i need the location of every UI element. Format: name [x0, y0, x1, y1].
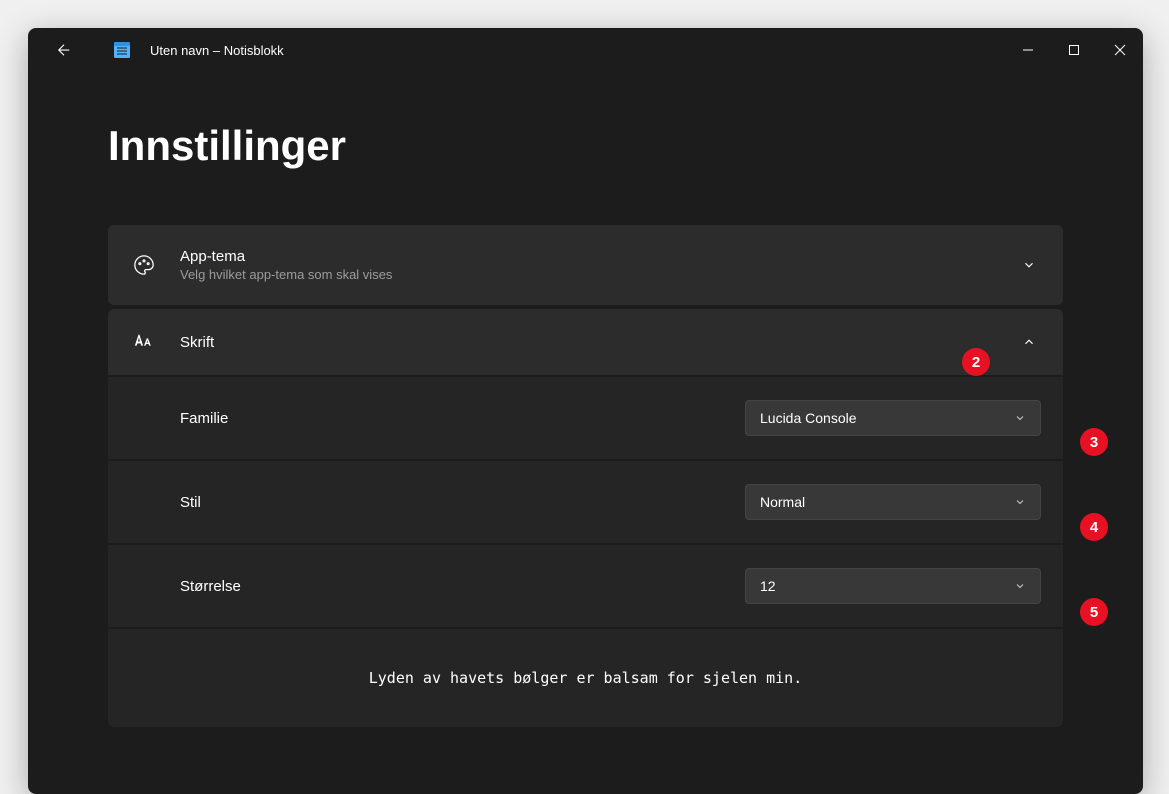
font-title: Skrift — [180, 334, 214, 351]
font-style-value: Normal — [760, 494, 805, 510]
font-family-value: Lucida Console — [760, 410, 857, 426]
close-icon — [1114, 44, 1126, 56]
arrow-left-icon — [55, 41, 73, 59]
back-button[interactable] — [44, 30, 84, 70]
chevron-up-icon — [1017, 330, 1041, 354]
font-style-row: Stil Normal — [108, 461, 1063, 543]
maximize-icon — [1068, 44, 1080, 56]
font-size-value: 12 — [760, 578, 776, 594]
font-size-row: Størrelse 12 — [108, 545, 1063, 627]
font-preview-row: Lyden av havets bølger er balsam for sje… — [108, 629, 1063, 727]
annotation-2: 2 — [962, 348, 990, 376]
font-icon — [130, 331, 158, 353]
font-header[interactable]: Skrift — [108, 309, 1063, 375]
font-preview-text: Lyden av havets bølger er balsam for sje… — [369, 669, 802, 687]
annotation-5: 5 — [1080, 598, 1108, 626]
font-family-row: Familie Lucida Console — [108, 377, 1063, 459]
settings-content: Innstillinger App-tema Velg hvilket app-… — [28, 72, 1143, 794]
title-bar: Uten navn – Notisblokk — [28, 28, 1143, 72]
font-card: Skrift Familie Lucida Console Stil — [108, 309, 1063, 727]
font-style-dropdown[interactable]: Normal — [745, 484, 1041, 520]
font-family-dropdown[interactable]: Lucida Console — [745, 400, 1041, 436]
close-button[interactable] — [1097, 28, 1143, 72]
minimize-icon — [1022, 44, 1034, 56]
window-controls — [1005, 28, 1143, 72]
app-window: Uten navn – Notisblokk Innstillinger — [28, 28, 1143, 794]
annotation-4: 4 — [1080, 513, 1108, 541]
chevron-down-icon — [1014, 412, 1026, 424]
annotation-3: 3 — [1080, 428, 1108, 456]
maximize-button[interactable] — [1051, 28, 1097, 72]
app-theme-title: App-tema — [180, 248, 392, 265]
app-theme-subtitle: Velg hvilket app-tema som skal vises — [180, 267, 392, 282]
font-size-dropdown[interactable]: 12 — [745, 568, 1041, 604]
font-size-label: Størrelse — [180, 578, 241, 595]
page-title: Innstillinger — [108, 122, 1063, 170]
minimize-button[interactable] — [1005, 28, 1051, 72]
chevron-down-icon — [1017, 253, 1041, 277]
notepad-icon — [112, 40, 132, 60]
app-theme-card[interactable]: App-tema Velg hvilket app-tema som skal … — [108, 225, 1063, 305]
window-title: Uten navn – Notisblokk — [150, 43, 284, 58]
palette-icon — [130, 254, 158, 276]
font-family-label: Familie — [180, 410, 228, 427]
font-style-label: Stil — [180, 494, 201, 511]
chevron-down-icon — [1014, 580, 1026, 592]
chevron-down-icon — [1014, 496, 1026, 508]
